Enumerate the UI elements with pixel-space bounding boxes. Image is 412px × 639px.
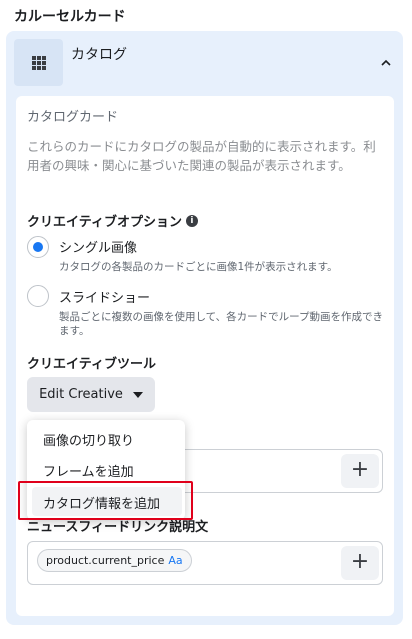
info-icon[interactable]: i (185, 214, 198, 227)
grid-icon (32, 56, 46, 70)
format-aa-icon[interactable]: Aa (168, 554, 182, 567)
add-tool-button[interactable]: + (341, 454, 379, 488)
edit-creative-button[interactable]: Edit Creative (27, 377, 155, 412)
edit-creative-label: Edit Creative (39, 387, 123, 402)
card-description: これらのカードにカタログの製品が自動的に表示されます。利用者の興味・関心に基づい… (27, 139, 376, 173)
radio-slideshow-description: 製品ごとに複数の画像を使用して、各カードでループ動画を作成できます。 (59, 311, 384, 337)
menu-item-crop-image[interactable]: 画像の切り取り (43, 430, 134, 449)
chevron-up-icon[interactable] (381, 58, 391, 68)
catalog-icon-box (14, 39, 63, 86)
creative-tools-heading: クリエイティブツール (27, 357, 156, 372)
price-token[interactable]: product.current_price Aa (37, 549, 192, 572)
radio-slideshow-label[interactable]: スライドショー (59, 287, 150, 306)
radio-single-image[interactable] (27, 236, 49, 258)
add-news-feed-link-button[interactable]: + (341, 546, 379, 580)
caret-down-icon (132, 391, 143, 398)
creative-options-heading: クリエイティブオプション i (27, 211, 198, 230)
radio-single-image-description: カタログの各製品のカードごとに画像1件が表示されます。 (59, 261, 338, 273)
highlight-annotation (18, 481, 193, 520)
catalog-title: カタログ (71, 47, 127, 63)
price-token-label: product.current_price (46, 554, 165, 567)
section-title: カルーセルカード (14, 9, 126, 25)
radio-single-image-label[interactable]: シングル画像 (59, 237, 137, 256)
menu-item-add-frame[interactable]: フレームを追加 (43, 461, 134, 480)
catalog-header[interactable]: カタログ (14, 39, 398, 89)
card-heading: カタログカード (27, 110, 119, 125)
radio-slideshow[interactable] (27, 285, 49, 307)
creative-options-label: クリエイティブオプション (27, 215, 182, 230)
